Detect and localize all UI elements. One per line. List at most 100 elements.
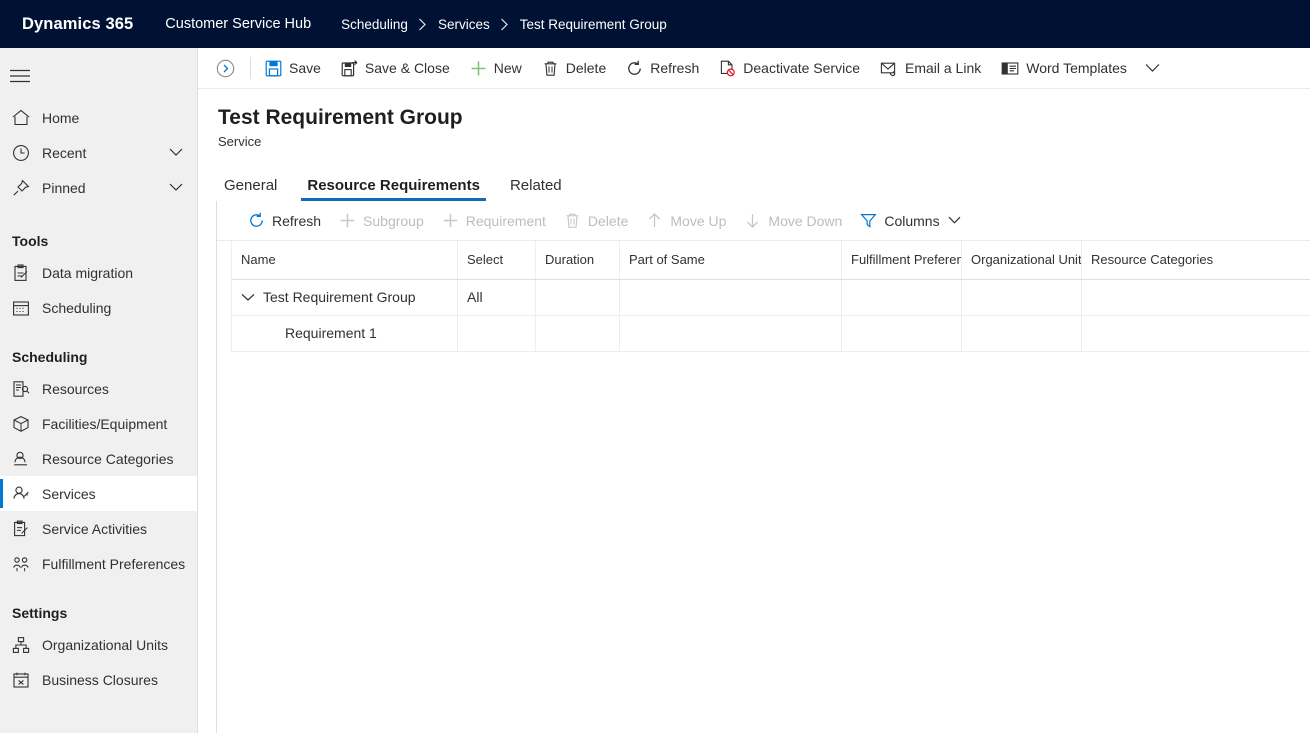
column-header-name[interactable]: Name xyxy=(231,241,458,280)
table-header-row: Name Select Duration Part of Same Fulfil… xyxy=(231,241,1310,280)
sidebar-item-business-closures[interactable]: Business Closures xyxy=(0,662,197,697)
grid-move-down-label: Move Down xyxy=(768,212,843,229)
sidebar-group-title-scheduling: Scheduling xyxy=(12,349,88,365)
chevron-down-icon[interactable] xyxy=(241,293,263,302)
grid-subgroup-label: Subgroup xyxy=(363,212,424,229)
name-cell-content: Test Requirement Group xyxy=(241,289,448,305)
sidebar-item-service-activities[interactable]: Service Activities xyxy=(0,511,197,546)
save-button[interactable]: Save xyxy=(255,48,331,89)
column-header-organizational-unit[interactable]: Organizational Unit xyxy=(961,241,1082,280)
cell-resource-categories[interactable] xyxy=(1081,315,1310,352)
sidebar-item-resources[interactable]: Resources xyxy=(0,371,197,406)
plus-icon xyxy=(339,212,356,229)
breadcrumb: Scheduling Services Test Requirement Gro… xyxy=(335,17,673,32)
tab-general[interactable]: General xyxy=(218,177,283,201)
sidebar-item-pinned[interactable]: Pinned xyxy=(0,170,197,205)
grid-subgroup-button[interactable]: Subgroup xyxy=(330,201,433,241)
tab-resource-requirements[interactable]: Resource Requirements xyxy=(301,177,486,201)
new-button[interactable]: New xyxy=(460,48,532,89)
trash-icon xyxy=(542,60,559,77)
sidebar-item-label: Resource Categories xyxy=(42,450,174,467)
main-content: Save Save & Close New Delete Refresh Dea… xyxy=(198,48,1310,733)
cell-select[interactable]: All xyxy=(457,279,536,316)
cell-name[interactable]: Requirement 1 xyxy=(231,315,458,352)
clock-icon xyxy=(12,144,42,162)
sidebar-item-label: Fulfillment Preferences xyxy=(42,555,186,572)
sidebar-item-scheduling[interactable]: Scheduling xyxy=(0,290,197,325)
sidebar-item-label: Services xyxy=(42,485,96,502)
table-body: Test Requirement Group All Requirement 1 xyxy=(231,279,1310,352)
cell-fulfillment-preference[interactable] xyxy=(841,315,962,352)
column-header-select[interactable]: Select xyxy=(457,241,536,280)
word-templates-button[interactable]: Word Templates xyxy=(991,48,1137,89)
command-bar-overflow-button[interactable] xyxy=(1137,48,1168,89)
grid-columns-button[interactable]: Columns xyxy=(851,201,969,241)
cell-organizational-unit[interactable] xyxy=(961,315,1082,352)
table-row[interactable]: Test Requirement Group All xyxy=(231,279,1310,316)
cell-fulfillment-preference[interactable] xyxy=(841,279,962,316)
grid-move-up-button[interactable]: Move Up xyxy=(637,201,735,241)
name-cell-content: Requirement 1 xyxy=(241,325,448,341)
save-icon xyxy=(265,60,282,77)
cell-part-of-same[interactable] xyxy=(619,315,842,352)
cell-duration[interactable] xyxy=(535,279,620,316)
record-header: Test Requirement Group Service xyxy=(198,89,1310,149)
chevron-right-circle-icon[interactable] xyxy=(210,53,240,83)
save-and-close-button[interactable]: Save & Close xyxy=(331,48,460,89)
cell-name[interactable]: Test Requirement Group xyxy=(231,279,458,316)
org-units-icon xyxy=(12,636,42,654)
email-a-link-button[interactable]: Email a Link xyxy=(870,48,991,89)
column-header-duration[interactable]: Duration xyxy=(535,241,620,280)
cell-organizational-unit[interactable] xyxy=(961,279,1082,316)
cell-part-of-same[interactable] xyxy=(619,279,842,316)
grid-requirement-button[interactable]: Requirement xyxy=(433,201,555,241)
column-header-part-of-same[interactable]: Part of Same xyxy=(619,241,842,280)
sidebar-item-label: Facilities/Equipment xyxy=(42,415,168,432)
column-header-fulfillment-preference[interactable]: Fulfillment Preferenc xyxy=(841,241,962,280)
word-templates-icon xyxy=(1001,60,1019,77)
resource-requirements-panel-wrap: Refresh Subgroup Requirement Delete Move… xyxy=(198,201,1310,733)
delete-button[interactable]: Delete xyxy=(532,48,616,89)
sidebar-item-resource-categories[interactable]: Resource Categories xyxy=(0,441,197,476)
sidebar-item-fulfillment-preferences[interactable]: Fulfillment Preferences xyxy=(0,546,197,581)
pin-icon xyxy=(12,179,42,197)
chevron-down-icon[interactable] xyxy=(169,183,183,192)
grid-move-down-button[interactable]: Move Down xyxy=(735,201,851,241)
grid-columns-label: Columns xyxy=(884,212,940,229)
email-a-link-label: Email a Link xyxy=(904,60,982,76)
sidebar-item-home[interactable]: Home xyxy=(0,100,197,135)
arrow-down-icon xyxy=(744,212,761,229)
grid-delete-button[interactable]: Delete xyxy=(555,201,637,241)
business-closures-icon xyxy=(12,671,42,689)
breadcrumb-item-0[interactable]: Scheduling xyxy=(335,17,414,32)
app-name[interactable]: Customer Service Hub xyxy=(155,16,321,32)
chevron-down-icon[interactable] xyxy=(169,148,183,157)
breadcrumb-item-1[interactable]: Services xyxy=(432,17,496,32)
resources-icon xyxy=(12,380,42,398)
table-row[interactable]: Requirement 1 xyxy=(231,315,1310,352)
sidebar-item-facilities-equipment[interactable]: Facilities/Equipment xyxy=(0,406,197,441)
refresh-button[interactable]: Refresh xyxy=(616,48,709,89)
sidebar-item-recent[interactable]: Recent xyxy=(0,135,197,170)
brand-title[interactable]: Dynamics 365 xyxy=(12,15,141,34)
resource-categories-icon xyxy=(12,450,42,468)
entity-type-label: Service xyxy=(218,134,262,149)
grid-move-up-label: Move Up xyxy=(670,212,727,229)
sidebar-item-label: Recent xyxy=(42,144,87,161)
deactivate-service-button[interactable]: Deactivate Service xyxy=(709,48,870,89)
new-label: New xyxy=(493,60,522,76)
refresh-label: Refresh xyxy=(650,60,700,76)
sidebar-item-data-migration[interactable]: Data migration xyxy=(0,255,197,290)
grid-refresh-button[interactable]: Refresh xyxy=(239,201,330,241)
delete-label: Delete xyxy=(565,60,607,76)
record-command-bar: Save Save & Close New Delete Refresh Dea… xyxy=(198,48,1310,89)
cell-resource-categories[interactable] xyxy=(1081,279,1310,316)
cell-select[interactable] xyxy=(457,315,536,352)
tab-related[interactable]: Related xyxy=(504,177,568,201)
hamburger-menu-button[interactable] xyxy=(0,56,197,96)
sidebar-item-organizational-units[interactable]: Organizational Units xyxy=(0,627,197,662)
column-header-resource-categories[interactable]: Resource Categories xyxy=(1081,241,1310,280)
chevron-down-icon[interactable] xyxy=(948,216,961,225)
sidebar-item-services[interactable]: Services xyxy=(0,476,197,511)
cell-duration[interactable] xyxy=(535,315,620,352)
